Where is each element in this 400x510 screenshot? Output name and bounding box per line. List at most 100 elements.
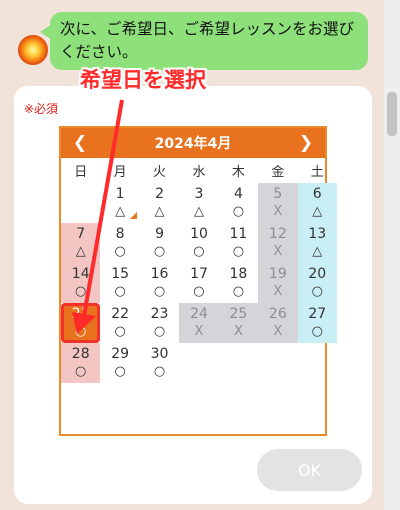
calendar-empty-cell xyxy=(61,183,100,223)
weekday-label: 土 xyxy=(310,165,324,180)
calendar-day-cell[interactable]: 14 ○ xyxy=(61,263,101,303)
day-number: 2 xyxy=(155,186,165,202)
calendar-header: ❮ 2024年4月 ❯ xyxy=(61,128,325,158)
calendar-month-title: 2024年4月 xyxy=(154,136,232,152)
day-number: 24 xyxy=(190,306,208,322)
calendar-day-cell[interactable]: 1 △ xyxy=(100,183,139,223)
availability-mark: △ xyxy=(115,204,126,219)
calendar-day-cell[interactable]: 28 ○ xyxy=(61,343,101,383)
availability-mark: ○ xyxy=(311,284,323,299)
availability-mark: ○ xyxy=(75,364,87,379)
calendar-day-cell[interactable]: 9 ○ xyxy=(140,223,179,263)
day-number: 18 xyxy=(229,266,248,282)
calendar-empty-cell xyxy=(219,343,258,383)
availability-mark: X xyxy=(233,324,243,339)
required-label: ※必須 xyxy=(24,102,59,116)
day-number: 30 xyxy=(150,346,169,362)
availability-mark: X xyxy=(273,204,283,219)
day-number: 12 xyxy=(268,226,287,242)
calendar-day-cell[interactable]: 20 ○ xyxy=(297,263,337,303)
calendar-day-cell[interactable]: 18 ○ xyxy=(219,263,258,303)
calendar-day-cell[interactable]: 7 △ xyxy=(61,223,101,263)
weekday-label: 水 xyxy=(192,165,206,180)
day-number: 21 xyxy=(71,306,90,322)
calendar-day-cell: 19 X xyxy=(258,263,298,303)
day-number: 11 xyxy=(229,226,248,242)
day-number: 1 xyxy=(115,186,125,202)
weekday-header-row: 日月火水木金土 xyxy=(61,158,325,183)
availability-mark: ○ xyxy=(114,284,126,299)
day-number: 10 xyxy=(190,226,208,242)
day-number: 6 xyxy=(312,186,322,202)
weekday-label: 日 xyxy=(74,165,88,180)
availability-mark: ○ xyxy=(153,324,166,339)
day-number: 16 xyxy=(150,266,169,282)
availability-mark: ○ xyxy=(232,244,245,259)
calendar-day-cell[interactable]: 27 ○ xyxy=(297,303,337,343)
calendar-day-cell[interactable]: 11 ○ xyxy=(219,223,258,263)
weekday-label: 木 xyxy=(231,165,245,180)
day-number: 17 xyxy=(190,266,208,282)
day-number: 8 xyxy=(115,226,125,242)
calendar-day-cell[interactable]: 2 △ xyxy=(140,183,179,223)
calendar-day-cell[interactable]: 10 ○ xyxy=(179,223,218,263)
availability-mark: ○ xyxy=(153,244,166,259)
day-number: 7 xyxy=(76,226,86,242)
day-number: 9 xyxy=(155,226,165,242)
scrollbar[interactable] xyxy=(384,0,400,510)
availability-mark: ○ xyxy=(311,324,323,339)
calendar-day-cell[interactable]: 4 ○ xyxy=(219,183,258,223)
availability-mark: ○ xyxy=(153,284,166,299)
calendar-day-cell[interactable]: 22 ○ xyxy=(100,303,139,343)
calendar-day-cell: 25 X xyxy=(218,303,259,343)
calendar-day-cell: 5X xyxy=(258,183,298,223)
availability-mark: ○ xyxy=(114,364,126,379)
calendar-empty-cell xyxy=(258,343,297,383)
day-number: 26 xyxy=(268,306,287,322)
calendar-day-cell[interactable]: 3 △ xyxy=(179,183,218,223)
calendar-day-cell[interactable]: 13 △ xyxy=(297,223,337,263)
calendar-day-cell[interactable]: 16 ○ xyxy=(140,263,179,303)
next-month-icon[interactable]: ❯ xyxy=(291,128,321,158)
calendar-day-cell: 12 X xyxy=(258,223,298,263)
day-number: 23 xyxy=(150,306,169,322)
calendar-day-cell[interactable]: 8 ○ xyxy=(100,223,139,263)
calendar: ❮ 2024年4月 ❯ 日月火水木金土 1 △ 2 △ 3 △ 4 ○ 5 X 6 △ 7 △ 8 ○ 9 ○ 10… xyxy=(59,126,337,436)
availability-mark: △ xyxy=(312,204,323,219)
day-number: 5 xyxy=(273,186,283,202)
calendar-empty-cell xyxy=(179,343,218,383)
availability-mark: △ xyxy=(75,244,86,259)
ok-button[interactable]: OK xyxy=(257,449,362,491)
availability-mark: △ xyxy=(154,204,165,219)
calendar-day-cell[interactable]: 6 △ xyxy=(297,183,337,223)
calendar-day-grid: 1 △ 2 △ 3 △ 4 ○ 5 X 6 △ 7 △ 8 ○ 9 ○ 10 ○ 11 ○ 12 X 13 △ 14 ○ 15 ○ 16 ○ 1… xyxy=(61,183,337,383)
day-number: 3 xyxy=(194,186,204,202)
availability-mark: ○ xyxy=(75,284,87,299)
availability-mark: △ xyxy=(193,204,204,219)
scrollbar-thumb[interactable] xyxy=(387,92,397,136)
day-number: 19 xyxy=(268,266,287,282)
day-number: 13 xyxy=(308,226,327,242)
availability-mark: ○ xyxy=(193,244,205,259)
availability-mark: X xyxy=(273,324,283,339)
availability-mark: ○ xyxy=(153,364,166,379)
day-number: 15 xyxy=(111,266,130,282)
availability-mark: ○ xyxy=(114,324,126,339)
calendar-day-cell[interactable]: 17 ○ xyxy=(179,263,218,303)
day-number: 28 xyxy=(71,346,90,362)
calendar-day-cell[interactable]: 30 ○ xyxy=(140,343,179,383)
calendar-day-cell[interactable]: 21 ○ xyxy=(61,303,101,343)
day-number: 22 xyxy=(111,306,130,322)
day-number: 14 xyxy=(71,266,90,282)
calendar-day-cell[interactable]: 23 ○ xyxy=(140,303,179,343)
calendar-empty-cell xyxy=(298,343,337,383)
prev-month-icon[interactable]: ❮ xyxy=(65,128,95,158)
weekday-label: 火 xyxy=(153,165,167,180)
annotation-label: 希望日を選択 xyxy=(80,68,206,92)
calendar-day-cell[interactable]: 29 ○ xyxy=(100,343,139,383)
day-number: 4 xyxy=(233,186,243,202)
availability-mark: ○ xyxy=(114,244,126,259)
availability-mark: ○ xyxy=(232,204,245,219)
weekday-label: 月 xyxy=(113,165,127,180)
calendar-day-cell[interactable]: 15 ○ xyxy=(100,263,139,303)
